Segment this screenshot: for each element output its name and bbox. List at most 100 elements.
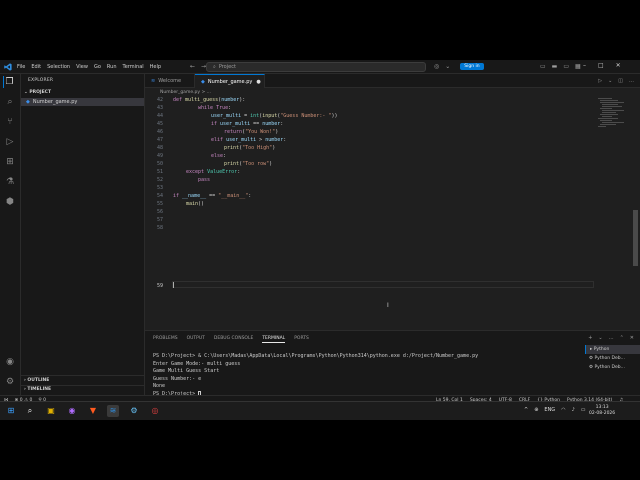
accounts-icon[interactable]: ◉	[4, 356, 16, 368]
battery-icon[interactable]: ▭	[581, 407, 586, 413]
tab-problems[interactable]: PROBLEMS	[153, 336, 178, 343]
code-line: elif user_multi > number:	[211, 137, 287, 143]
menu-selection[interactable]: Selection	[47, 64, 70, 70]
terminal-output[interactable]: PS D:\Project> & C:\Users\Madas\AppData\…	[153, 353, 478, 399]
tab-debug-console[interactable]: DEBUG CONSOLE	[214, 336, 253, 343]
command-center-search[interactable]: ⌕ Project	[206, 62, 426, 72]
tab-number-game[interactable]: ◆ Number_game.py ●	[195, 74, 265, 88]
toggle-secondary-sidebar-icon[interactable]: ▭	[563, 63, 569, 70]
menu-file[interactable]: File	[17, 64, 25, 70]
menu-terminal[interactable]: Terminal	[123, 64, 144, 70]
file-number-game[interactable]: ◆ Number_game.py	[21, 98, 144, 106]
minimap-line	[600, 114, 618, 115]
copilot-icon[interactable]: ◎	[434, 63, 439, 70]
editor-scrollbar[interactable]	[633, 210, 638, 266]
wifi-icon[interactable]: ◠	[561, 407, 565, 413]
terminal-line: Enter Game Mode:- multi guess	[153, 360, 241, 367]
timeline-section[interactable]: › TIMELINE	[24, 387, 51, 392]
back-arrow-icon[interactable]: ←	[190, 63, 195, 70]
search-view-icon[interactable]: ⌕	[4, 96, 16, 108]
maximize-panel-icon[interactable]: ⌃	[620, 335, 624, 341]
run-debug-icon[interactable]: ▷	[4, 136, 16, 148]
split-editor-icon[interactable]: ◫	[618, 78, 623, 84]
terminal-list-item[interactable]: ▸ Python	[585, 345, 640, 354]
close-panel-icon[interactable]: ✕	[630, 335, 634, 341]
vscode-taskbar-icon[interactable]: ≋	[107, 405, 119, 417]
layout-controls: ▭ ▬ ▭ ▦	[540, 63, 581, 70]
tab-output[interactable]: OUTPUT	[187, 336, 205, 343]
minimap-line	[602, 104, 618, 105]
tab-ports[interactable]: PORTS	[294, 336, 309, 343]
testing-icon[interactable]: ⚗	[4, 176, 16, 188]
vscode-logo-icon	[4, 63, 12, 71]
minimap-line	[598, 118, 618, 119]
code-line: print("Too High")	[224, 145, 276, 151]
customize-layout-icon[interactable]: ▦	[575, 63, 581, 70]
toggle-panel-icon[interactable]: ▬	[552, 63, 558, 70]
line-number: 46	[156, 129, 163, 135]
extensions-icon[interactable]: ⊞	[4, 156, 16, 168]
task-view-icon[interactable]: ▣	[45, 405, 57, 417]
system-tray: ^ ⊕ ENG ◠ ♪ ▭	[524, 407, 586, 413]
close-icon[interactable]: ✕	[616, 62, 621, 69]
terminal-list-item[interactable]: ⚙ Python Deb...	[585, 354, 640, 363]
code-line: user_multi = int(input("Guess Number:- "…	[211, 113, 338, 119]
line-number: 58	[156, 225, 163, 231]
minimap-line	[600, 102, 624, 103]
explorer-icon[interactable]: ❐	[3, 76, 15, 88]
unsaved-dot-icon[interactable]: ●	[256, 79, 260, 85]
run-dropdown-icon[interactable]: ⌄	[608, 78, 612, 84]
volume-icon[interactable]: ♪	[572, 407, 575, 413]
line-number: 51	[156, 169, 163, 175]
clock[interactable]: 13:13 02-08-2026	[589, 405, 615, 417]
tab-terminal[interactable]: TERMINAL	[262, 336, 286, 343]
minimize-icon[interactable]: –	[583, 62, 586, 69]
code-editor[interactable]: 42 43 44 45 46 47 48 49 50 51 52 53 54 5…	[145, 96, 595, 326]
chrome-icon[interactable]: ◉	[66, 405, 78, 417]
menu-go[interactable]: Go	[94, 64, 101, 70]
minimap-line	[602, 112, 616, 113]
terminal-dropdown-icon[interactable]: ⌄	[598, 335, 602, 341]
text-cursor	[173, 282, 174, 288]
account-menu-icon[interactable]: ⌄	[445, 63, 450, 70]
minimap-line	[602, 110, 624, 111]
toggle-sidebar-icon[interactable]: ▭	[540, 63, 546, 70]
line-number: 48	[156, 145, 163, 151]
terminal-list-item[interactable]: ⚙ Python Deb...	[585, 363, 640, 372]
terminal-list: ▸ Python ⚙ Python Deb... ⚙ Python Deb...	[585, 345, 640, 372]
python-icon[interactable]: ⬢	[4, 196, 16, 208]
search-icon[interactable]: ⌕	[24, 405, 36, 417]
windows-start-icon[interactable]: ⊞	[5, 405, 17, 417]
steam-icon[interactable]: ⚙	[128, 405, 140, 417]
divider	[21, 375, 144, 376]
menu-help[interactable]: Help	[150, 64, 161, 70]
minimap[interactable]	[596, 96, 630, 156]
tray-app-icon[interactable]: ⊕	[534, 407, 538, 413]
panel-actions: + ⌄ … ⌃ ✕	[588, 335, 634, 341]
tray-chevron-icon[interactable]: ^	[524, 407, 528, 413]
menu-edit[interactable]: Edit	[31, 64, 41, 70]
outline-section[interactable]: › OUTLINE	[24, 378, 49, 383]
minimap-line	[600, 120, 612, 121]
more-actions-icon[interactable]: …	[609, 335, 614, 341]
code-line: while True:	[198, 105, 232, 111]
source-control-icon[interactable]: ⑂	[4, 116, 16, 128]
search-icon: ⌕	[213, 64, 216, 70]
code-line: main()	[186, 201, 205, 207]
new-terminal-icon[interactable]: +	[588, 335, 592, 341]
code-line: if __name__ == "__main__":	[173, 193, 252, 199]
maximize-icon[interactable]: □	[598, 62, 604, 69]
menu-run[interactable]: Run	[107, 64, 117, 70]
language-indicator[interactable]: ENG	[544, 407, 555, 413]
minimap-line	[598, 98, 612, 99]
sign-in-button[interactable]: Sign in	[460, 63, 484, 70]
tab-welcome[interactable]: ≋ Welcome	[145, 74, 195, 88]
manage-gear-icon[interactable]: ⚙	[4, 376, 16, 388]
folder-project[interactable]: ⌄ PROJECT	[24, 90, 51, 95]
brave-icon[interactable]: ▼	[87, 405, 99, 417]
obs-icon[interactable]: ◎	[149, 405, 161, 417]
more-actions-icon[interactable]: …	[629, 78, 634, 84]
menu-view[interactable]: View	[76, 64, 88, 70]
run-python-icon[interactable]: ▷	[598, 78, 602, 84]
breadcrumb[interactable]: Number_game.py > ...	[160, 90, 211, 95]
